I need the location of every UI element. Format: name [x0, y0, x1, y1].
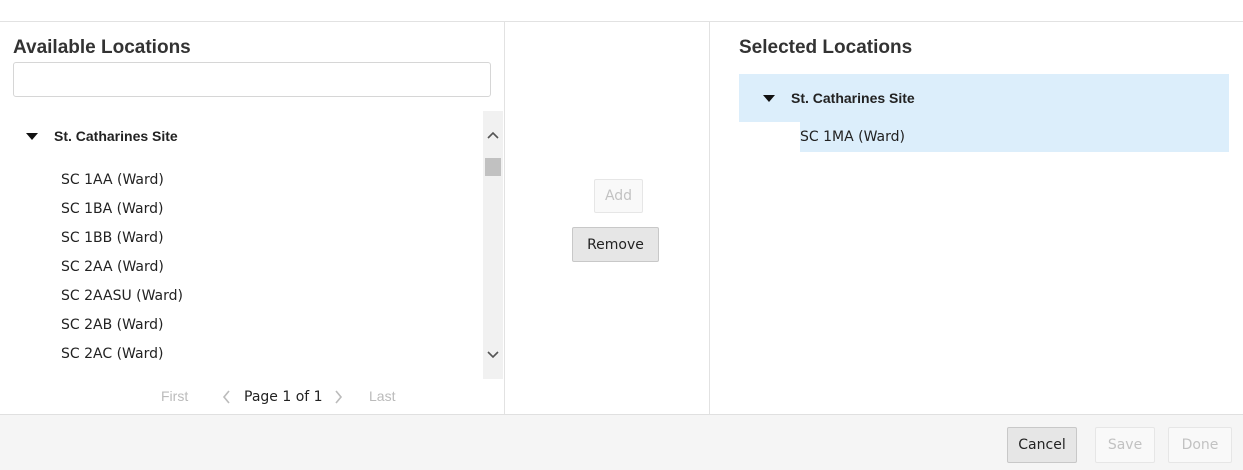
save-button[interactable]: Save	[1095, 427, 1155, 463]
caret-down-icon[interactable]	[763, 94, 775, 102]
chevron-left-icon[interactable]	[222, 390, 231, 409]
caret-down-icon[interactable]	[26, 132, 38, 140]
pager-last-label: Last	[369, 388, 396, 404]
available-site-label: St. Catharines Site	[54, 128, 178, 144]
add-button[interactable]: Add	[594, 179, 643, 213]
selected-site-node[interactable]: St. Catharines Site	[763, 90, 915, 106]
left-panel-divider	[504, 22, 505, 414]
selected-locations-title: Selected Locations	[739, 37, 913, 58]
available-list-scrollbar[interactable]	[483, 111, 503, 379]
location-search-input[interactable]	[13, 62, 491, 97]
list-item[interactable]: SC 1AA (Ward)	[61, 168, 183, 197]
list-item[interactable]: SC 1BA (Ward)	[61, 197, 183, 226]
list-item[interactable]: SC 1BB (Ward)	[61, 226, 183, 255]
list-item[interactable]: SC 2AB (Ward)	[61, 313, 183, 342]
list-item[interactable]: SC 2AC (Ward)	[61, 342, 183, 371]
pager-first[interactable]: First	[161, 388, 188, 404]
done-button[interactable]: Done	[1168, 427, 1232, 463]
selected-site-label: St. Catharines Site	[791, 90, 915, 106]
page-indicator: Page 1 of 1	[244, 389, 323, 405]
right-panel-divider	[709, 22, 710, 414]
chevron-up-icon[interactable]	[483, 125, 503, 145]
cancel-button[interactable]: Cancel	[1007, 427, 1077, 463]
pager-last[interactable]: Last	[369, 388, 395, 404]
available-locations-list: SC 1AA (Ward) SC 1BA (Ward) SC 1BB (Ward…	[61, 168, 183, 371]
list-item[interactable]: SC 2AA (Ward)	[61, 255, 183, 284]
chevron-down-icon[interactable]	[483, 345, 503, 365]
selected-location-row[interactable]: SC 1MA (Ward)	[800, 122, 1229, 152]
pager-page-text: Page 1 of 1	[244, 388, 323, 405]
chevron-right-icon[interactable]	[334, 390, 343, 409]
scroll-thumb[interactable]	[485, 158, 501, 176]
remove-button[interactable]: Remove	[572, 227, 659, 262]
top-divider	[0, 21, 1243, 22]
available-locations-title: Available Locations	[13, 37, 191, 58]
available-site-node[interactable]: St. Catharines Site	[26, 128, 178, 144]
selected-location-label: SC 1MA (Ward)	[800, 129, 905, 145]
list-item[interactable]: SC 2AASU (Ward)	[61, 284, 183, 313]
